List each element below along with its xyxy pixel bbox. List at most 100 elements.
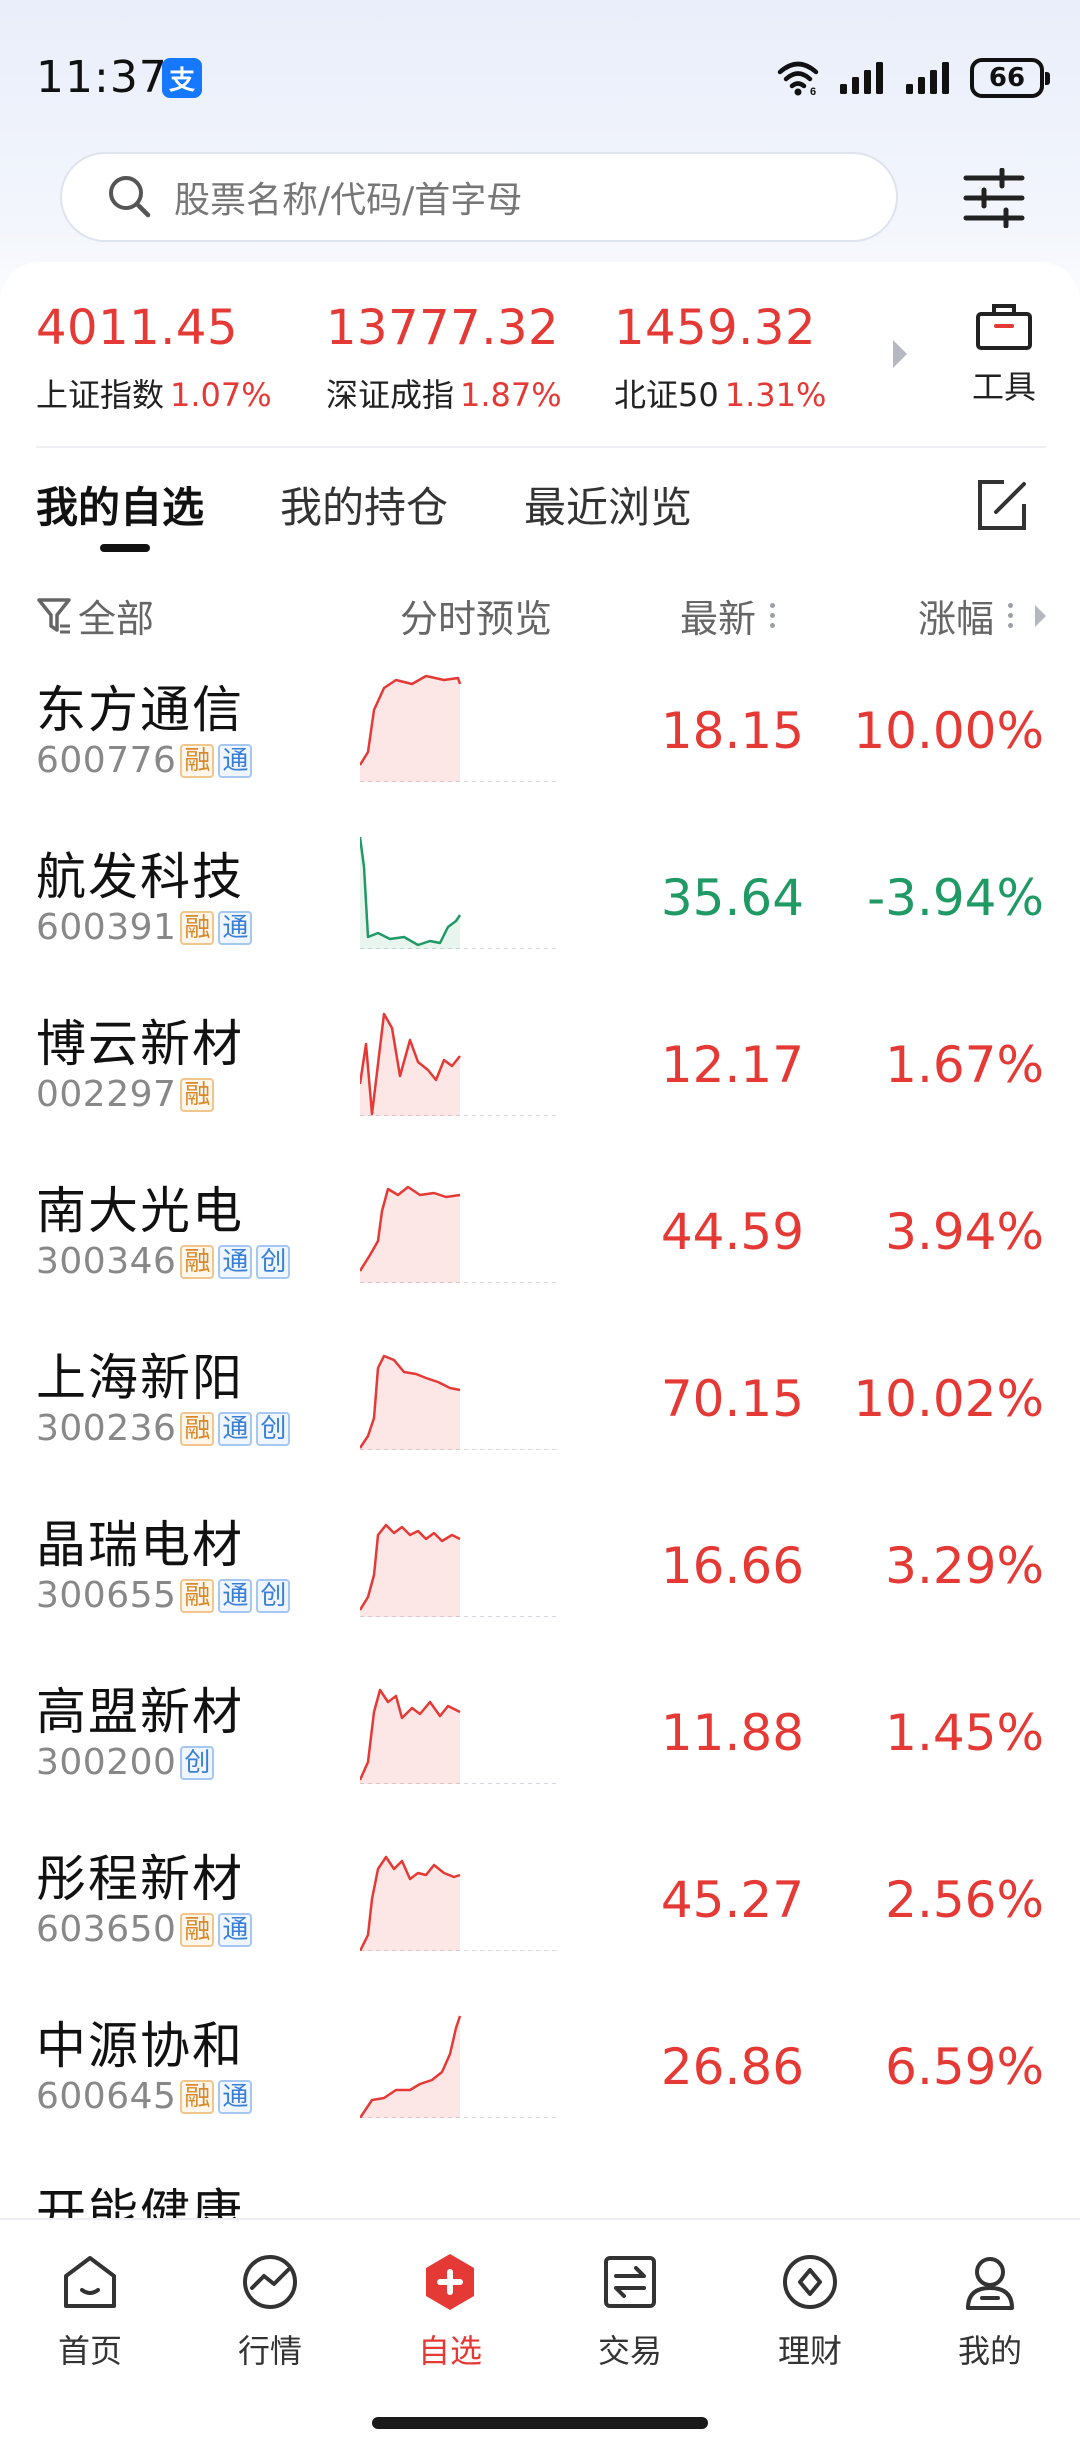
tools-label: 工具 xyxy=(971,368,1036,406)
stock-name: 航发科技 xyxy=(36,848,244,906)
nav-home[interactable]: 首页 xyxy=(30,2250,150,2372)
index-bse50[interactable]: 1459.32 北证50 1.31% xyxy=(614,300,826,416)
stock-name: 晶瑞电材 xyxy=(36,1516,244,1574)
profile-icon xyxy=(966,2257,1014,2310)
tab-my-holdings[interactable]: 我的持仓 xyxy=(280,474,448,535)
battery-icon: 66 xyxy=(970,58,1050,98)
sparkline-area xyxy=(360,1014,460,1116)
column-next-arrow-icon[interactable] xyxy=(1035,604,1047,627)
svg-text:6: 6 xyxy=(810,86,816,96)
column-change[interactable]: 涨幅 xyxy=(918,588,1047,643)
stock-row[interactable]: 高盟新材 300200 创 11.88 1.45% xyxy=(0,1662,1080,1829)
search-icon xyxy=(109,176,151,218)
edit-icon[interactable] xyxy=(974,478,1030,534)
nav-profile-label: 我的 xyxy=(957,2332,1022,2370)
stock-row[interactable]: 博云新材 002297 融 12.17 1.67% xyxy=(0,994,1080,1161)
stock-tag-chuang: 创 xyxy=(256,1411,291,1446)
settings-sliders-icon[interactable] xyxy=(962,168,1026,228)
stock-tag-chuang: 创 xyxy=(256,1244,291,1279)
index-label: 深证成指 1.87% xyxy=(326,370,562,416)
stock-row[interactable]: 晶瑞电材 300655 融通创 16.66 3.29% xyxy=(0,1495,1080,1662)
watchlist-icon xyxy=(426,2254,474,2310)
stock-meta: 300236 融通创 xyxy=(36,1408,291,1449)
toolbox-icon xyxy=(976,304,1032,350)
stock-price: 26.86 xyxy=(660,2038,804,2096)
stock-code: 300655 xyxy=(36,1575,177,1616)
column-latest[interactable]: 最新 xyxy=(680,588,776,643)
stock-price: 70.15 xyxy=(660,1370,804,1428)
sparkline-area xyxy=(360,1857,460,1951)
home-icon xyxy=(64,2256,116,2308)
stock-price: 11.88 xyxy=(660,1704,804,1762)
stock-code: 600391 xyxy=(36,907,177,948)
stock-tag-chuang: 创 xyxy=(256,1578,291,1613)
stock-row[interactable]: 中源协和 600645 融通 26.86 6.59% xyxy=(0,1996,1080,2163)
stock-tag-tong: 通 xyxy=(218,2079,253,2114)
intraday-sparkline xyxy=(360,837,560,949)
intraday-sparkline xyxy=(360,674,560,782)
stock-tag-rong: 融 xyxy=(180,910,215,945)
stock-change: -3.94% xyxy=(867,869,1044,927)
intraday-sparkline xyxy=(360,2015,560,2118)
stock-row[interactable]: 上海新阳 300236 融通创 70.15 10.02% xyxy=(0,1328,1080,1495)
nav-wealth-label: 理财 xyxy=(777,2332,842,2370)
search-input[interactable]: 股票名称/代码/首字母 xyxy=(60,152,898,242)
index-shanghai[interactable]: 4011.45 上证指数 1.07% xyxy=(36,300,272,416)
intraday-sparkline xyxy=(360,1012,560,1116)
nav-trade[interactable]: 交易 xyxy=(570,2250,690,2372)
nav-watchlist[interactable]: 自选 xyxy=(390,2250,510,2372)
stock-price: 18.15 xyxy=(660,702,804,760)
stock-price: 12.17 xyxy=(660,1036,804,1094)
stock-name: 东方通信 xyxy=(36,681,244,739)
stock-tag-tong: 通 xyxy=(218,1411,253,1446)
alipay-icon: 支 xyxy=(162,58,202,98)
index-label: 北证50 1.31% xyxy=(614,370,826,416)
index-more-arrow-icon[interactable] xyxy=(893,340,907,368)
index-shenzhen[interactable]: 13777.32 深证成指 1.87% xyxy=(326,300,562,416)
stock-meta: 603650 融通 xyxy=(36,1909,253,1950)
stock-row[interactable]: 航发科技 600391 融通 35.64 -3.94% xyxy=(0,827,1080,994)
stock-code: 600776 xyxy=(36,740,177,781)
stock-tag-rong: 融 xyxy=(180,1578,215,1613)
stock-code: 002297 xyxy=(36,1074,177,1115)
sparkline-area xyxy=(360,1187,460,1283)
tab-recent[interactable]: 最近浏览 xyxy=(524,474,692,535)
stock-tag-rong: 融 xyxy=(180,1244,215,1279)
stock-tag-rong: 融 xyxy=(180,1912,215,1947)
intraday-sparkline xyxy=(360,1855,560,1951)
stock-row[interactable]: 东方通信 600776 融通 18.15 10.00% xyxy=(0,660,1080,827)
tab-my-watchlist[interactable]: 我的自选 xyxy=(36,474,204,535)
index-value: 13777.32 xyxy=(326,300,560,356)
stock-name: 上海新阳 xyxy=(36,1349,244,1407)
filter-all-button[interactable]: 全部 xyxy=(36,588,154,643)
intraday-sparkline xyxy=(360,1354,560,1450)
index-name: 深证成指 xyxy=(326,376,455,414)
filter-all-label: 全部 xyxy=(78,597,155,641)
stock-row[interactable]: 南大光电 300346 融通创 44.59 3.94% xyxy=(0,1161,1080,1328)
stock-code: 300236 xyxy=(36,1408,177,1449)
stock-meta: 600645 融通 xyxy=(36,2076,253,2117)
nav-market[interactable]: 行情 xyxy=(210,2250,330,2372)
stock-tag-tong: 通 xyxy=(218,910,253,945)
stock-tag-rong: 融 xyxy=(180,1077,215,1112)
search-placeholder: 股票名称/代码/首字母 xyxy=(174,180,523,221)
sort-dots-icon xyxy=(1008,603,1014,628)
stock-price: 44.59 xyxy=(660,1203,804,1261)
stock-code: 600645 xyxy=(36,2076,177,2117)
stock-tag-tong: 通 xyxy=(218,1244,253,1279)
stock-meta: 300346 融通创 xyxy=(36,1241,291,1282)
stock-price: 45.27 xyxy=(660,1871,804,1929)
stock-code: 603650 xyxy=(36,1909,177,1950)
nav-home-label: 首页 xyxy=(57,2332,122,2370)
stock-meta: 600391 融通 xyxy=(36,907,253,948)
stock-meta: 300200 创 xyxy=(36,1742,215,1783)
nav-wealth[interactable]: 理财 xyxy=(750,2250,870,2372)
stock-code: 300200 xyxy=(36,1742,177,1783)
stock-row[interactable]: 彤程新材 603650 融通 45.27 2.56% xyxy=(0,1829,1080,1996)
wealth-icon xyxy=(783,2255,837,2309)
nav-profile[interactable]: 我的 xyxy=(930,2250,1050,2372)
signal-icon xyxy=(840,62,883,94)
stock-price: 35.64 xyxy=(660,869,804,927)
tools-button[interactable]: 工具 xyxy=(964,300,1044,408)
index-value: 4011.45 xyxy=(36,300,238,356)
